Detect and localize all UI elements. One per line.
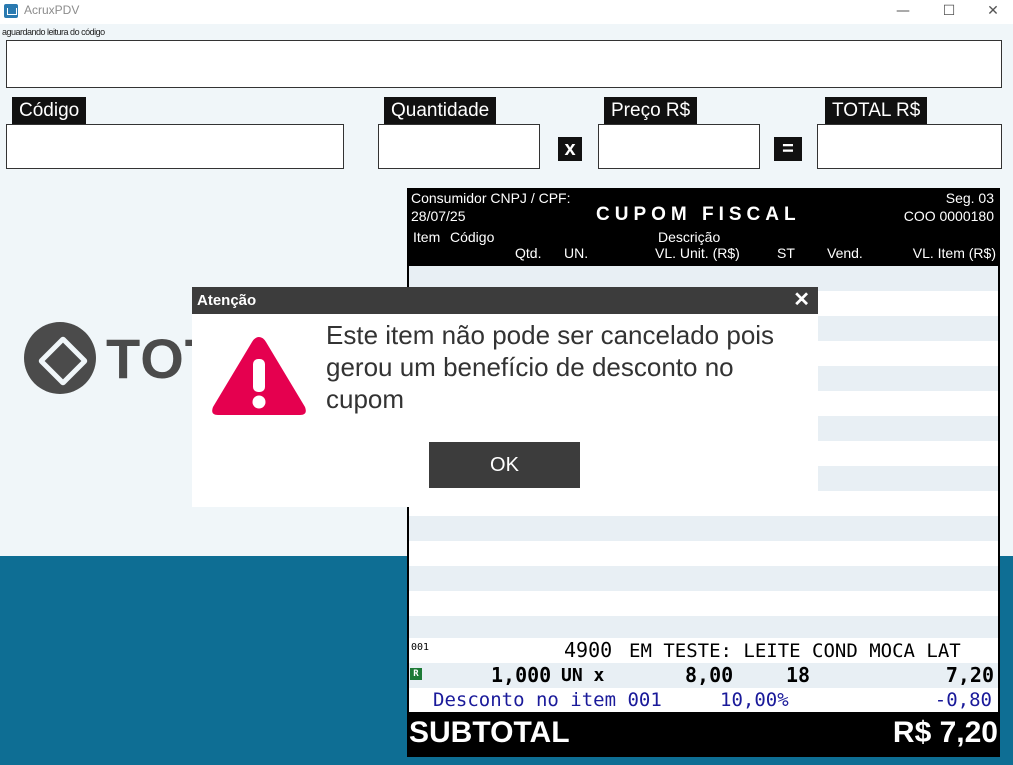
discount-value: -0,80 xyxy=(934,689,992,711)
quantidade-label: Quantidade xyxy=(384,97,497,124)
preco-input[interactable] xyxy=(598,124,760,169)
col-qtd: Qtd. xyxy=(515,245,542,261)
item-description: EM TESTE: LEITE COND MOCA LAT xyxy=(629,640,961,662)
attention-dialog: Atenção ✕ Este item não pode ser cancela… xyxy=(192,287,818,507)
col-un: UN. xyxy=(564,245,589,261)
minimize-button[interactable]: — xyxy=(880,0,926,24)
status-text: aguardando leitura do código xyxy=(2,27,105,37)
item-unit: UN x xyxy=(561,665,605,686)
subtotal-bar: SUBTOTAL R$ 7,20 xyxy=(407,712,1000,757)
discount-label: Desconto no item 001 xyxy=(433,689,662,711)
dialog-titlebar: Atenção ✕ xyxy=(192,287,818,314)
window-title: AcruxPDV xyxy=(24,3,80,17)
item-st: 18 xyxy=(786,663,811,687)
preco-label: Preço R$ xyxy=(604,97,698,124)
coupon-header: Consumidor CNPJ / CPF: Seg. 03 28/07/25 … xyxy=(407,188,1000,266)
col-item: Item xyxy=(413,229,441,245)
col-vend: Vend. xyxy=(827,245,863,261)
total-label: TOTAL R$ xyxy=(825,97,928,124)
codigo-input[interactable] xyxy=(6,124,344,169)
subtotal-value: R$ 7,20 xyxy=(892,716,998,749)
codigo-label: Código xyxy=(12,97,87,124)
message-field[interactable] xyxy=(6,40,1002,88)
total-input[interactable] xyxy=(817,124,1002,169)
col-vl-item: VL. Item (R$) xyxy=(912,245,996,261)
coupon-title: CUPOM FISCAL xyxy=(596,204,801,225)
coupon-date: 28/07/25 xyxy=(411,208,466,224)
col-descricao: Descrição xyxy=(658,229,721,245)
consumer-label: Consumidor CNPJ / CPF: xyxy=(411,190,571,206)
quantidade-input[interactable] xyxy=(378,124,540,169)
warning-icon xyxy=(212,337,306,415)
totvs-logo-icon xyxy=(24,322,96,394)
col-codigo: Código xyxy=(450,229,495,245)
dialog-close-button[interactable]: ✕ xyxy=(793,287,810,314)
close-window-button[interactable]: ✕ xyxy=(970,0,1013,24)
ok-button[interactable]: OK xyxy=(429,442,580,488)
coupon-stripe xyxy=(409,516,998,541)
maximize-button[interactable]: ☐ xyxy=(926,0,972,24)
dialog-message: Este item não pode ser cancelado pois ge… xyxy=(326,320,775,414)
coupon-item: 001 4900 EM TESTE: LEITE COND MOCA LAT R… xyxy=(409,638,998,712)
item-unit-price: 8,00 xyxy=(685,663,734,687)
coupon-seq: Seg. 03 xyxy=(945,190,994,206)
col-vl-unit: VL. Unit. (R$) xyxy=(655,245,740,261)
item-qty: 1,000 xyxy=(491,663,552,687)
dialog-title: Atenção xyxy=(197,292,257,309)
app-icon xyxy=(4,4,18,18)
window-titlebar: AcruxPDV — ☐ ✕ xyxy=(0,0,1013,24)
item-number: 001 xyxy=(411,642,430,653)
coupon-stripe xyxy=(409,566,998,591)
discount-pct: 10,00% xyxy=(720,689,789,711)
equals-icon: = xyxy=(774,137,802,161)
status-badge: R xyxy=(410,668,422,680)
col-st: ST xyxy=(777,245,795,261)
coupon-coo: COO 0000180 xyxy=(903,208,994,224)
subtotal-label: SUBTOTAL xyxy=(409,716,570,749)
item-total: 7,20 xyxy=(945,663,994,687)
multiply-icon: x xyxy=(558,137,582,161)
item-code: 4900 xyxy=(564,638,613,662)
